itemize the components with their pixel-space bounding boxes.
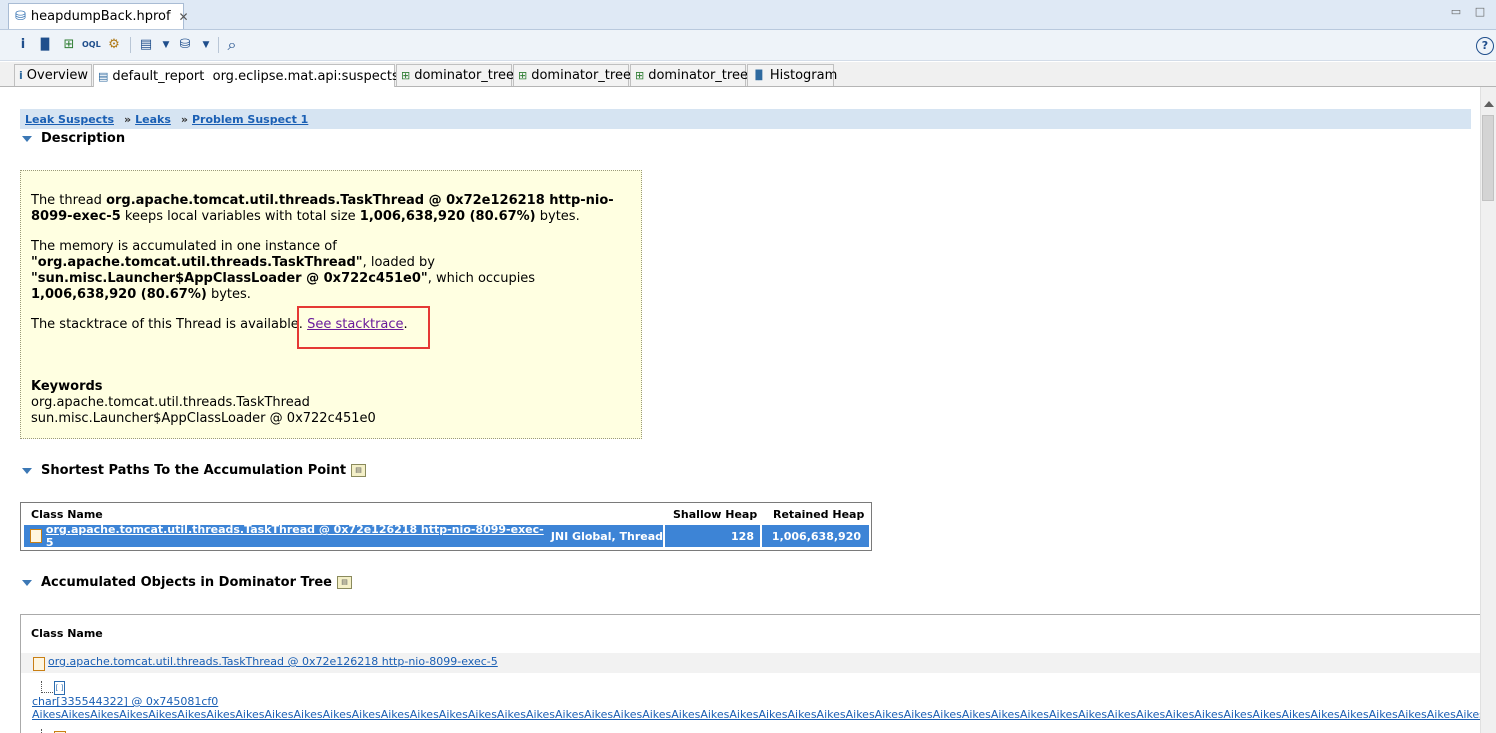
scroll-up-icon[interactable] [1484, 101, 1494, 107]
histogram-icon: ▐▌ [752, 70, 766, 81]
section-title: Shortest Paths To the Accumulation Point [41, 463, 347, 478]
retained-heap-cell: 1,006,638,920 [762, 525, 869, 547]
tab-overview[interactable]: i Overview [14, 64, 92, 86]
description-paragraph-2: The memory is accumulated in one instanc… [31, 239, 536, 302]
tab-dominator-tree-1[interactable]: ⊞ dominator_tree [396, 64, 514, 86]
object-icon [33, 657, 45, 671]
report-tabs: i Overview ▤ default_report org.eclipse.… [0, 62, 1496, 87]
table-row[interactable]: char[335544322] @ 0x745081cf0 AikesAikes… [21, 693, 1480, 727]
keyword: org.apache.tomcat.util.threads.TaskThrea… [31, 395, 310, 410]
tree-icon: ⊞ [635, 69, 645, 82]
highlight-box [297, 306, 430, 349]
search-icon[interactable]: ⌕ [223, 36, 241, 54]
keyword: sun.misc.Launcher$AppClassLoader @ 0x722… [31, 411, 376, 426]
section-title: Description [41, 131, 126, 146]
breadcrumb-separator: » [180, 112, 188, 126]
tab-histogram[interactable]: ▐▌ Histogram [747, 64, 838, 86]
keywords-heading: Keywords [31, 379, 103, 394]
editor-tab-heapdump[interactable]: ⛁ heapdumpBack.hprof ✕ [8, 3, 189, 29]
breadcrumb-leaks[interactable]: Leaks [135, 113, 171, 126]
maximize-icon[interactable]: □ [1474, 6, 1486, 18]
dominator-tree-table: Class Name org.apache.tomcat.util.thread… [20, 614, 1480, 733]
details-icon[interactable]: ▤ [351, 464, 367, 477]
column-header-class-name[interactable]: Class Name [31, 627, 103, 640]
close-icon[interactable]: ✕ [179, 10, 189, 24]
report-content: Leak Suspects » Leaks » Problem Suspect … [0, 87, 1480, 733]
tab-default-report[interactable]: ▤ default_report org.eclipse.mat.api:sus… [93, 64, 414, 87]
tab-label: Overview [26, 68, 88, 83]
collapse-icon[interactable] [22, 135, 32, 142]
breadcrumb-problem-suspect[interactable]: Problem Suspect 1 [192, 113, 308, 126]
scrollbar-thumb[interactable] [1482, 115, 1494, 201]
column-header-retained-heap[interactable]: Retained Heap [773, 508, 864, 521]
description-section-header[interactable]: Description [22, 131, 125, 146]
breadcrumb-separator: » [124, 112, 132, 126]
tab-label: dominator_tree [414, 68, 514, 83]
shortest-paths-table: Class Name Shallow Heap Retained Heap or… [20, 502, 872, 551]
accumulated-objects-section-header[interactable]: Accumulated Objects in Dominator Tree ▤ [22, 575, 352, 590]
tab-dominator-tree-3[interactable]: ⊞ dominator_tree [630, 64, 748, 86]
object-icon [30, 529, 42, 543]
description-box: The thread org.apache.tomcat.util.thread… [20, 170, 642, 439]
section-title: Accumulated Objects in Dominator Tree [41, 575, 332, 590]
tab-label: dominator_tree [531, 68, 631, 83]
shallow-heap-cell: 128 [665, 525, 760, 547]
shortest-paths-section-header[interactable]: Shortest Paths To the Accumulation Point… [22, 463, 367, 478]
class-name-cell[interactable]: org.apache.tomcat.util.threads.TaskThrea… [24, 523, 663, 549]
editor-tab-bar: ⛁ heapdumpBack.hprof ✕ ▭ □ [0, 0, 1496, 30]
chevron-down-icon[interactable]: ▼ [157, 36, 175, 54]
tree-icon: ⊞ [401, 69, 411, 82]
info-icon[interactable]: i [14, 36, 32, 54]
tab-dominator-tree-2[interactable]: ⊞ dominator_tree [513, 64, 631, 86]
query-icon[interactable]: ⛁ [176, 36, 194, 54]
tree-icon: ⊞ [518, 69, 528, 82]
help-icon[interactable]: ? [1476, 37, 1494, 55]
minimize-icon[interactable]: ▭ [1450, 6, 1462, 18]
gear-icon[interactable]: ⚙ [105, 36, 123, 54]
tab-label: dominator_tree [648, 68, 748, 83]
class-attributes: JNI Global, Thread [547, 529, 663, 543]
tree-line [41, 729, 43, 733]
tab-label: Histogram [769, 68, 838, 83]
toolbar-separator [218, 37, 219, 53]
breadcrumb: Leak Suspects » Leaks » Problem Suspect … [20, 109, 1471, 129]
toolbar-separator [130, 37, 131, 53]
report-icon[interactable]: ▤ [137, 36, 155, 54]
class-name-link[interactable]: char[335544322] @ 0x745081cf0 [32, 695, 218, 708]
toolbar: i ▐▌ ⊞ OQL ⚙ ▤ ▼ ⛁ ▼ ⌕ ? [0, 30, 1496, 61]
chevron-down-icon[interactable]: ▼ [197, 36, 215, 54]
oql-icon[interactable]: OQL [82, 36, 101, 54]
description-paragraph-1: The thread org.apache.tomcat.util.thread… [31, 193, 614, 224]
details-icon[interactable]: ▤ [337, 576, 352, 589]
histogram-icon[interactable]: ▐▌ [36, 36, 54, 54]
table-row[interactable]: org.apache.tomcat.util.threads.TaskThrea… [24, 523, 869, 549]
table-row[interactable]: org.apache.tomcat.util.threads.TaskThrea… [21, 653, 1480, 673]
class-name-link[interactable]: org.apache.tomcat.util.threads.TaskThrea… [48, 655, 498, 668]
database-icon: ⛁ [15, 9, 26, 24]
tab-label: default_report org.eclipse.mat.api:suspe… [112, 68, 399, 84]
breadcrumb-leak-suspects[interactable]: Leak Suspects [25, 113, 114, 126]
collapse-icon[interactable] [22, 579, 32, 586]
editor-tab-label: heapdumpBack.hprof [30, 9, 171, 24]
class-name-link[interactable]: org.apache.tomcat.util.threads.TaskThrea… [46, 523, 547, 549]
object-value-link[interactable]: AikesAikesAikesAikesAikesAikesAikesAikes… [32, 708, 1480, 721]
collapse-icon[interactable] [22, 467, 32, 474]
column-header-shallow-heap[interactable]: Shallow Heap [673, 508, 757, 521]
dominator-tree-icon[interactable]: ⊞ [60, 36, 78, 54]
column-header-class-name[interactable]: Class Name [31, 508, 103, 521]
report-icon: ▤ [98, 69, 109, 83]
info-icon: i [19, 69, 23, 82]
